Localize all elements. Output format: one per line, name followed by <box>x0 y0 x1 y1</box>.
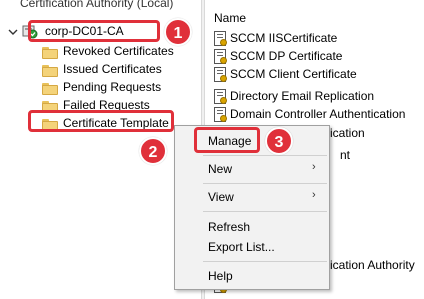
column-header-name[interactable]: Name <box>214 11 246 25</box>
menu-separator <box>203 261 327 262</box>
menu-separator <box>203 211 327 212</box>
highlight-ca-node <box>28 20 160 42</box>
list-item[interactable]: Domain Controller Authentication <box>230 107 405 121</box>
menu-item-help[interactable]: Help <box>208 269 233 283</box>
menu-separator <box>203 155 327 156</box>
list-item[interactable]: Directory Email Replication <box>230 89 374 103</box>
folder-icon <box>42 65 58 77</box>
list-item[interactable]: nt <box>340 148 350 162</box>
menu-separator <box>203 183 327 184</box>
step-badge-1: 1 <box>164 18 192 46</box>
highlight-manage <box>194 127 260 153</box>
console-tree-pane: Certification Authority (Local) corp-DC0… <box>0 0 201 299</box>
folder-icon <box>42 47 58 59</box>
expand-arrow-icon[interactable] <box>8 27 18 37</box>
list-item[interactable]: SCCM IISCertificate <box>230 31 337 45</box>
list-item[interactable]: SCCM DP Certificate <box>230 49 342 63</box>
list-item[interactable]: ication Authority <box>330 258 415 272</box>
step-badge-2: 2 <box>139 137 167 165</box>
certificate-template-icon <box>214 89 228 105</box>
certificate-template-icon <box>214 107 228 123</box>
highlight-certificate-templates <box>28 110 174 132</box>
certificate-template-icon <box>214 31 228 47</box>
menu-item-view[interactable]: View <box>208 190 234 204</box>
list-item[interactable]: ication <box>330 126 365 140</box>
tree-root-title[interactable]: Certification Authority (Local) <box>20 0 173 10</box>
submenu-arrow-icon: › <box>312 189 316 201</box>
menu-item-refresh[interactable]: Refresh <box>208 220 250 234</box>
menu-item-export-list[interactable]: Export List... <box>208 240 275 254</box>
certificate-template-icon <box>214 67 228 83</box>
submenu-arrow-icon: › <box>312 161 316 173</box>
step-badge-3: 3 <box>265 127 293 155</box>
tree-item-pending-requests[interactable]: Pending Requests <box>63 80 161 94</box>
certificate-template-icon <box>214 49 228 65</box>
tree-item-issued-certificates[interactable]: Issued Certificates <box>63 62 162 76</box>
folder-icon <box>42 83 58 95</box>
list-item[interactable]: SCCM Client Certificate <box>230 67 357 81</box>
menu-item-new[interactable]: New <box>208 162 232 176</box>
tree-item-revoked-certificates[interactable]: Revoked Certificates <box>63 44 174 58</box>
